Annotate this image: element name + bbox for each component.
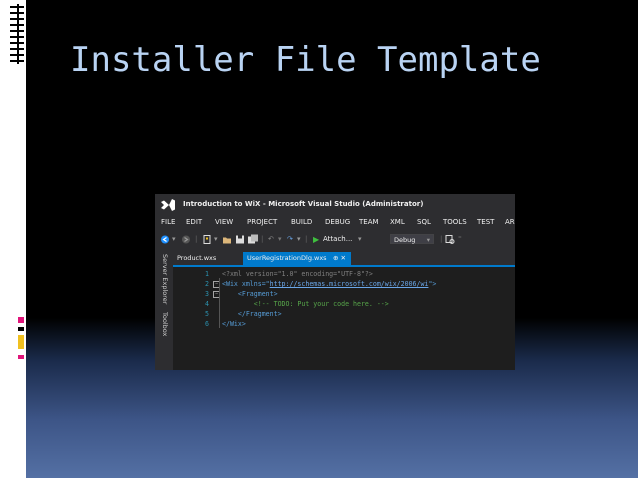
redo-icon[interactable]: ↷ bbox=[287, 234, 293, 245]
side-tab-strip: Server Explorer Toolbox bbox=[155, 250, 173, 370]
line-text: <?xml version="1.0" encoding="UTF-8"?> bbox=[222, 270, 373, 278]
menu-view[interactable]: VIEW bbox=[215, 218, 233, 226]
toolbar-separator-4: | bbox=[440, 235, 443, 243]
document-tabs: Product.wxs UserRegistrationDlg.wxs ⊕ ✕ bbox=[173, 252, 515, 266]
line-number: 4 bbox=[205, 300, 209, 308]
tab-userregistrationdlg-wxs[interactable]: UserRegistrationDlg.wxs ⊕ ✕ bbox=[243, 252, 351, 265]
line-text: </Fragment> bbox=[222, 310, 282, 318]
wix-open-tag: <Wix xmlns=" bbox=[222, 280, 270, 288]
solution-config-select[interactable]: Debug ▾ bbox=[390, 234, 434, 244]
fold-guide-line bbox=[219, 278, 220, 328]
new-dropdown-icon[interactable]: ▾ bbox=[214, 234, 218, 245]
line-text: <Wix xmlns="http://schemas.microsoft.com… bbox=[222, 280, 436, 289]
visual-studio-logo-icon bbox=[161, 199, 175, 211]
menu-build[interactable]: BUILD bbox=[291, 218, 312, 226]
back-icon[interactable] bbox=[160, 234, 170, 245]
toolbar: ▾ | ▾ | ↶ ▾ ↷ ▾ | ▶ Attach... ▾ Debug ▾ … bbox=[155, 232, 515, 248]
find-icon[interactable] bbox=[445, 234, 455, 245]
tab-label: Product.wxs bbox=[177, 254, 217, 262]
redo-dropdown-icon[interactable]: ▾ bbox=[297, 234, 301, 245]
wix-open-tag-end: "> bbox=[428, 280, 437, 288]
chevron-down-icon: ▾ bbox=[426, 236, 430, 244]
slide-left-bar bbox=[0, 0, 26, 478]
code-line: 6 </Wix> bbox=[173, 320, 515, 329]
deco-pink-block bbox=[18, 317, 24, 323]
attach-dropdown-icon[interactable]: ▾ bbox=[358, 234, 362, 245]
window-title: Introduction to WiX - Microsoft Visual S… bbox=[183, 200, 424, 208]
slide-title: Installer File Template bbox=[70, 40, 541, 80]
code-line: 1 <?xml version="1.0" encoding="UTF-8"?> bbox=[173, 270, 515, 279]
line-number: 5 bbox=[205, 310, 209, 318]
save-icon[interactable] bbox=[235, 234, 245, 245]
back-dropdown-icon[interactable]: ▾ bbox=[172, 234, 176, 245]
save-all-icon[interactable] bbox=[248, 234, 258, 245]
undo-icon[interactable]: ↶ bbox=[268, 234, 274, 245]
menu-sql[interactable]: SQL bbox=[417, 218, 431, 226]
menu-test[interactable]: TEST bbox=[477, 218, 494, 226]
menu-debug[interactable]: DEBUG bbox=[325, 218, 350, 226]
deco-gold-block bbox=[18, 335, 24, 349]
menu-bar: FILE EDIT VIEW PROJECT BUILD DEBUG TEAM … bbox=[155, 216, 515, 230]
code-line: 3 − <Fragment> bbox=[173, 290, 515, 299]
tab-product-wxs[interactable]: Product.wxs bbox=[173, 252, 243, 265]
toolbox-tab[interactable]: Toolbox bbox=[161, 312, 169, 336]
slide-top-decoration bbox=[10, 4, 24, 64]
overflow-icon[interactable]: ⁼ bbox=[458, 234, 462, 245]
menu-project[interactable]: PROJECT bbox=[247, 218, 277, 226]
solution-config-value: Debug bbox=[394, 236, 416, 244]
menu-xml[interactable]: XML bbox=[390, 218, 405, 226]
code-line: 4 <!-- TODO: Put your code here. --> bbox=[173, 300, 515, 309]
start-debug-icon[interactable]: ▶ bbox=[313, 234, 319, 245]
deco-pink-block-2 bbox=[18, 355, 24, 359]
menu-file[interactable]: FILE bbox=[161, 218, 175, 226]
toolbar-separator-2: | bbox=[261, 235, 264, 243]
code-editor[interactable]: 1 <?xml version="1.0" encoding="UTF-8"?>… bbox=[173, 267, 515, 370]
undo-dropdown-icon[interactable]: ▾ bbox=[278, 234, 282, 245]
menu-team[interactable]: TEAM bbox=[359, 218, 379, 226]
code-line: 2 − <Wix xmlns="http://schemas.microsoft… bbox=[173, 280, 515, 289]
menu-architecture[interactable]: AR bbox=[505, 218, 515, 226]
new-project-icon[interactable] bbox=[202, 234, 212, 245]
open-file-icon[interactable] bbox=[222, 234, 232, 245]
tab-label: UserRegistrationDlg.wxs bbox=[247, 254, 327, 262]
toolbar-separator: | bbox=[195, 235, 198, 243]
vs-titlebar: Introduction to WiX - Microsoft Visual S… bbox=[155, 194, 515, 216]
line-text: <!-- TODO: Put your code here. --> bbox=[222, 300, 389, 308]
attach-button[interactable]: Attach... bbox=[323, 234, 352, 245]
menu-edit[interactable]: EDIT bbox=[186, 218, 202, 226]
line-number: 2 bbox=[205, 280, 209, 288]
pin-close-icons[interactable]: ⊕ ✕ bbox=[333, 252, 346, 265]
line-number: 1 bbox=[205, 270, 209, 278]
toolbar-separator-3: | bbox=[305, 235, 308, 243]
line-text: <Fragment> bbox=[222, 290, 278, 298]
line-number: 6 bbox=[205, 320, 209, 328]
deco-black-block bbox=[18, 327, 24, 331]
slide-background: Installer File Template Introduction to … bbox=[0, 0, 638, 478]
line-text: </Wix> bbox=[222, 320, 246, 328]
vs-window: Introduction to WiX - Microsoft Visual S… bbox=[155, 194, 515, 370]
server-explorer-tab[interactable]: Server Explorer bbox=[161, 254, 169, 304]
menu-tools[interactable]: TOOLS bbox=[443, 218, 467, 226]
schema-link[interactable]: http://schemas.microsoft.com/wix/2006/wi bbox=[270, 280, 429, 288]
forward-icon[interactable] bbox=[181, 234, 191, 245]
line-number: 3 bbox=[205, 290, 209, 298]
code-line: 5 </Fragment> bbox=[173, 310, 515, 319]
